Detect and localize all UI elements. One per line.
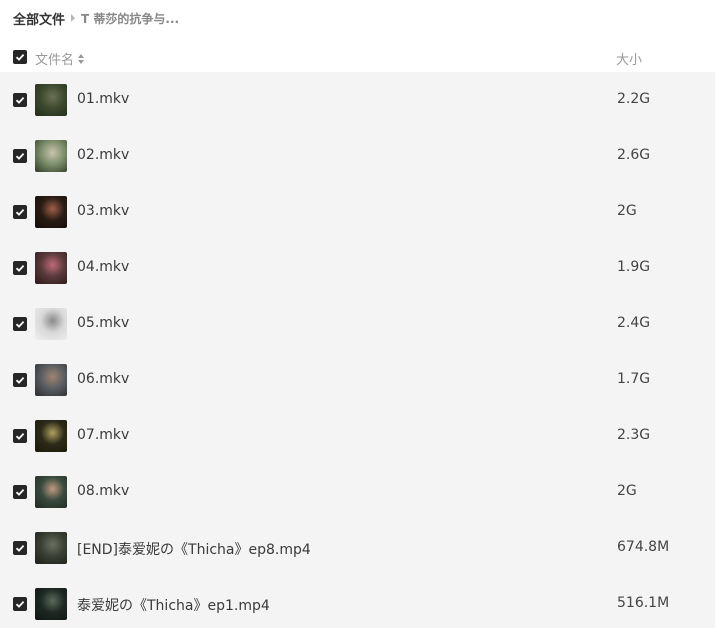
file-checkbox[interactable] bbox=[13, 541, 27, 555]
video-thumbnail[interactable] bbox=[35, 252, 67, 284]
select-all-checkbox[interactable] bbox=[13, 50, 27, 64]
video-thumbnail[interactable] bbox=[35, 420, 67, 452]
file-row[interactable]: 泰爱妮の《Thicha》ep1.mp4 516.1M bbox=[0, 576, 717, 628]
checkmark-icon bbox=[15, 432, 25, 440]
file-name[interactable]: 泰爱妮の《Thicha》ep1.mp4 bbox=[77, 595, 270, 615]
file-size: 674.8M bbox=[617, 539, 670, 555]
breadcrumb: 全部文件 T 蒂莎的抗争与... bbox=[13, 9, 180, 28]
file-size: 2G bbox=[617, 483, 637, 499]
file-size: 1.9G bbox=[617, 259, 651, 275]
file-row[interactable]: 06.mkv 1.7G bbox=[0, 352, 717, 408]
checkmark-icon bbox=[15, 208, 25, 216]
file-row[interactable]: 01.mkv 2.2G bbox=[0, 72, 717, 128]
video-thumbnail[interactable] bbox=[35, 140, 67, 172]
file-list-header: 文件名 大小 bbox=[0, 44, 717, 70]
video-thumbnail[interactable] bbox=[35, 196, 67, 228]
column-header-name-label: 文件名 bbox=[35, 53, 75, 68]
file-row[interactable]: 07.mkv 2.3G bbox=[0, 408, 717, 464]
file-list: 01.mkv 2.2G 02.mkv 2.6G 03.mkv 2G 04.mkv 1.9G 05… bbox=[0, 72, 717, 628]
breadcrumb-root-link[interactable]: 全部文件 bbox=[13, 9, 65, 28]
file-row[interactable]: 02.mkv 2.6G bbox=[0, 128, 717, 184]
file-size: 1.7G bbox=[617, 371, 651, 387]
sort-icon[interactable] bbox=[78, 53, 85, 64]
checkmark-icon bbox=[15, 488, 25, 496]
checkmark-icon bbox=[15, 264, 25, 272]
checkmark-icon bbox=[15, 96, 25, 104]
column-header-size[interactable]: 大小 bbox=[616, 49, 642, 68]
breadcrumb-separator-icon bbox=[71, 14, 76, 22]
video-thumbnail[interactable] bbox=[35, 84, 67, 116]
file-size: 2G bbox=[617, 203, 637, 219]
file-checkbox[interactable] bbox=[13, 93, 27, 107]
checkmark-icon bbox=[15, 53, 25, 61]
video-thumbnail[interactable] bbox=[35, 588, 67, 620]
file-size: 2.2G bbox=[617, 91, 651, 107]
file-checkbox[interactable] bbox=[13, 317, 27, 331]
file-row[interactable]: 05.mkv 2.4G bbox=[0, 296, 717, 352]
breadcrumb-current-folder: T 蒂莎的抗争与... bbox=[81, 11, 180, 26]
file-name[interactable]: 04.mkv bbox=[77, 259, 129, 275]
file-name[interactable]: 06.mkv bbox=[77, 371, 129, 387]
video-thumbnail[interactable] bbox=[35, 308, 67, 340]
file-checkbox[interactable] bbox=[13, 261, 27, 275]
file-size: 516.1M bbox=[617, 595, 670, 611]
checkmark-icon bbox=[15, 320, 25, 328]
video-thumbnail[interactable] bbox=[35, 532, 67, 564]
file-name[interactable]: 03.mkv bbox=[77, 203, 129, 219]
file-row[interactable]: 04.mkv 1.9G bbox=[0, 240, 717, 296]
file-checkbox[interactable] bbox=[13, 485, 27, 499]
checkmark-icon bbox=[15, 600, 25, 608]
checkmark-icon bbox=[15, 544, 25, 552]
file-name[interactable]: 08.mkv bbox=[77, 483, 129, 499]
file-checkbox[interactable] bbox=[13, 149, 27, 163]
checkmark-icon bbox=[15, 376, 25, 384]
file-name[interactable]: [END]泰爱妮の《Thicha》ep8.mp4 bbox=[77, 539, 311, 559]
file-checkbox[interactable] bbox=[13, 597, 27, 611]
file-name[interactable]: 01.mkv bbox=[77, 91, 129, 107]
file-size: 2.3G bbox=[617, 427, 651, 443]
file-checkbox[interactable] bbox=[13, 373, 27, 387]
file-size: 2.6G bbox=[617, 147, 651, 163]
file-row[interactable]: [END]泰爱妮の《Thicha》ep8.mp4 674.8M bbox=[0, 520, 717, 576]
video-thumbnail[interactable] bbox=[35, 364, 67, 396]
file-name[interactable]: 07.mkv bbox=[77, 427, 129, 443]
video-thumbnail[interactable] bbox=[35, 476, 67, 508]
checkmark-icon bbox=[15, 152, 25, 160]
file-row[interactable]: 08.mkv 2G bbox=[0, 464, 717, 520]
column-header-name[interactable]: 文件名 bbox=[35, 49, 85, 68]
file-name[interactable]: 02.mkv bbox=[77, 147, 129, 163]
file-checkbox[interactable] bbox=[13, 429, 27, 443]
file-name[interactable]: 05.mkv bbox=[77, 315, 129, 331]
file-size: 2.4G bbox=[617, 315, 651, 331]
file-row[interactable]: 03.mkv 2G bbox=[0, 184, 717, 240]
file-checkbox[interactable] bbox=[13, 205, 27, 219]
